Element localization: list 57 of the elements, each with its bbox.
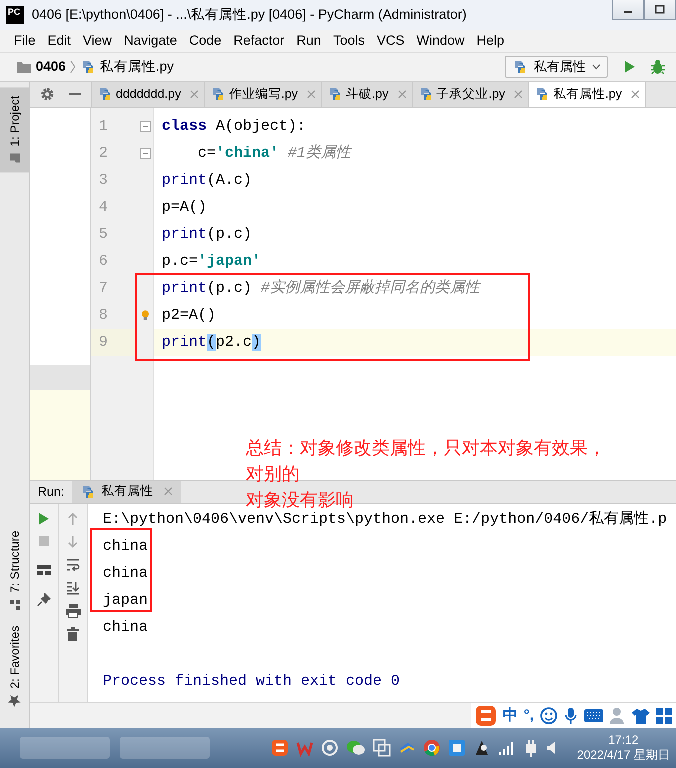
console-output-line: japan xyxy=(103,590,150,611)
input-mode[interactable]: 中 xyxy=(502,706,518,725)
line-number: 9 xyxy=(91,328,137,356)
console-output-line: china xyxy=(103,536,150,557)
menu-item[interactable]: Navigate xyxy=(118,33,184,48)
editor-tab[interactable]: 斗破.py xyxy=(322,82,413,107)
menu-item[interactable]: File xyxy=(8,33,42,48)
breadcrumb[interactable]: 0406 xyxy=(16,58,66,75)
line-number: 2 xyxy=(98,144,110,164)
console-output-line: E:\python\0406\venv\Scripts\python.exe E:/python/0406/私有属性.p xyxy=(103,510,668,530)
editor-tab[interactable]: 私有属性.py xyxy=(529,82,646,107)
line-number: 3 xyxy=(98,170,110,191)
code-line: c='china' #1类属性 xyxy=(197,144,353,164)
code-line: p=A() xyxy=(161,198,208,218)
line-number: 5 xyxy=(98,224,110,245)
menu-item[interactable]: Run xyxy=(290,33,328,48)
line-number: 4 xyxy=(98,198,110,218)
punctuation-mode[interactable]: °, xyxy=(524,707,534,724)
line-number: 7 xyxy=(98,278,110,299)
code-line: print(p.c) #实例属性会屏蔽掉同名的类属性 xyxy=(161,278,482,299)
tool-window-tab[interactable]: 7: Structure xyxy=(0,523,30,618)
console-output-line: Process finished with exit code 0 xyxy=(103,672,402,692)
menu-item[interactable]: VCS xyxy=(370,33,411,48)
menu-item[interactable]: Window xyxy=(410,33,471,48)
editor-tab[interactable]: 作业编写.py xyxy=(205,82,322,107)
code-line: p.c='japan' xyxy=(161,252,262,272)
menu-item[interactable]: View xyxy=(77,33,118,48)
annotation-text: 对象没有影响 xyxy=(246,489,354,512)
editor-tab[interactable]: ddddddd.py xyxy=(92,82,206,107)
menu-item[interactable]: Tools xyxy=(327,33,371,48)
tool-window-tab[interactable]: 2: Favorites xyxy=(0,618,30,716)
window-title: 0406 [E:\python\0406] - ...\私有属性.py [0406] - PyCharm (Administrator) xyxy=(32,6,467,24)
line-number: 6 xyxy=(98,252,110,272)
code-line: print(p.c) xyxy=(161,224,254,245)
code-line: p2=A() xyxy=(161,306,218,326)
editor-tab[interactable]: 子承父业.py xyxy=(412,82,530,107)
line-number: 8 xyxy=(98,306,110,326)
taskbar-clock[interactable]: 17:12 2022/4/17 星期日 xyxy=(567,732,676,764)
line-number: 1 xyxy=(98,116,110,137)
run-panel-label: Run: xyxy=(37,484,66,499)
annotation-text: 总结：对象修改类属性，只对本对象有效果， xyxy=(246,437,606,461)
menu-item[interactable]: Code xyxy=(183,33,228,48)
menu-item[interactable]: Edit xyxy=(42,33,78,48)
code-line: print(A.c) xyxy=(161,170,254,191)
console-output-line: china xyxy=(103,564,150,584)
clock-date: 2022/4/17 星期日 xyxy=(577,746,670,764)
run-tab[interactable]: 私有属性 xyxy=(72,480,182,503)
app-logo: PC xyxy=(6,6,24,24)
code-line: class A(object): xyxy=(161,116,308,137)
menu-item[interactable]: Refactor xyxy=(228,33,291,48)
tool-window-tab[interactable]: 1: Project xyxy=(0,88,30,172)
menu-item[interactable]: Help xyxy=(470,33,510,48)
clock-time: 17:12 xyxy=(608,732,639,747)
console-output-line: china xyxy=(103,618,150,638)
breadcrumb[interactable]: 私有属性.py xyxy=(80,58,174,76)
annotation-text: 对别的 xyxy=(246,463,300,487)
run-config-dropdown[interactable]: 私有属性 xyxy=(505,56,608,78)
